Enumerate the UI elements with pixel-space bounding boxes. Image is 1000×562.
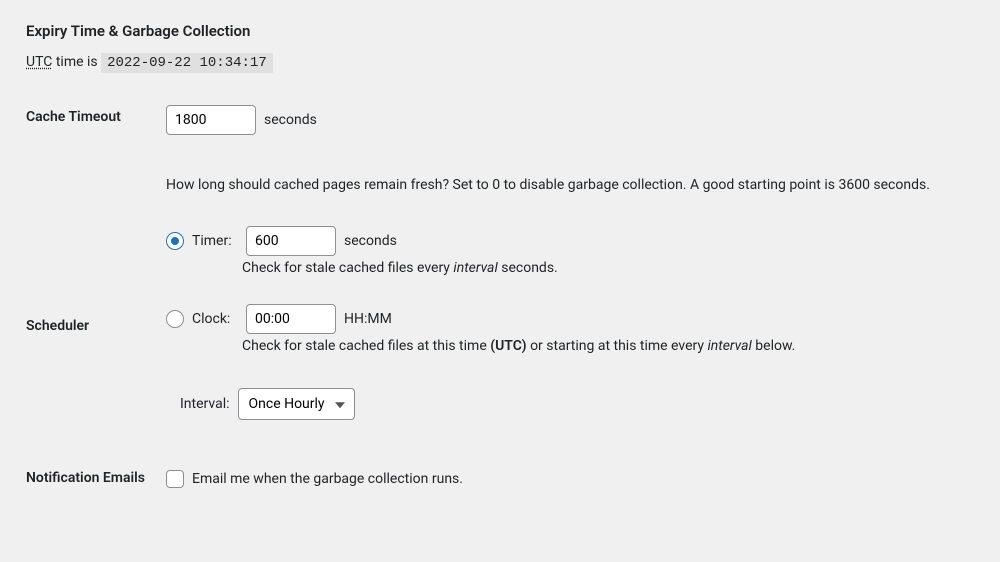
cache-timeout-label: Cache Timeout (26, 99, 166, 226)
clock-value-input[interactable] (246, 304, 336, 334)
clock-radio-label: Clock: (192, 311, 238, 327)
section-title: Expiry Time & Garbage Collection (26, 22, 974, 40)
interval-label: Interval: (180, 396, 230, 412)
cache-timeout-description: How long should cached pages remain fres… (166, 175, 974, 196)
scheduler-label: Scheduler (26, 226, 166, 430)
utc-time-value: 2022-09-22 10:34:17 (101, 53, 273, 73)
interval-select[interactable]: Once Hourly (238, 388, 355, 420)
utc-prefix: time is (52, 54, 101, 70)
timer-radio-label: Timer: (192, 233, 238, 249)
utc-time-line: UTC time is 2022-09-22 10:34:17 (26, 54, 974, 71)
notification-email-checkbox[interactable] (166, 470, 184, 488)
notification-emails-label: Notification Emails (26, 430, 166, 498)
timer-unit: seconds (344, 233, 397, 249)
timer-description: Check for stale cached files every inter… (242, 260, 974, 276)
clock-radio[interactable] (166, 310, 184, 328)
cache-timeout-unit: seconds (264, 112, 317, 128)
clock-description: Check for stale cached files at this tim… (242, 338, 974, 354)
timer-value-input[interactable] (246, 226, 336, 256)
cache-timeout-input[interactable] (166, 105, 256, 135)
timer-radio[interactable] (166, 232, 184, 250)
clock-unit: HH:MM (344, 311, 392, 327)
utc-abbr: UTC (26, 54, 52, 70)
notification-email-checkbox-label: Email me when the garbage collection run… (192, 471, 463, 487)
